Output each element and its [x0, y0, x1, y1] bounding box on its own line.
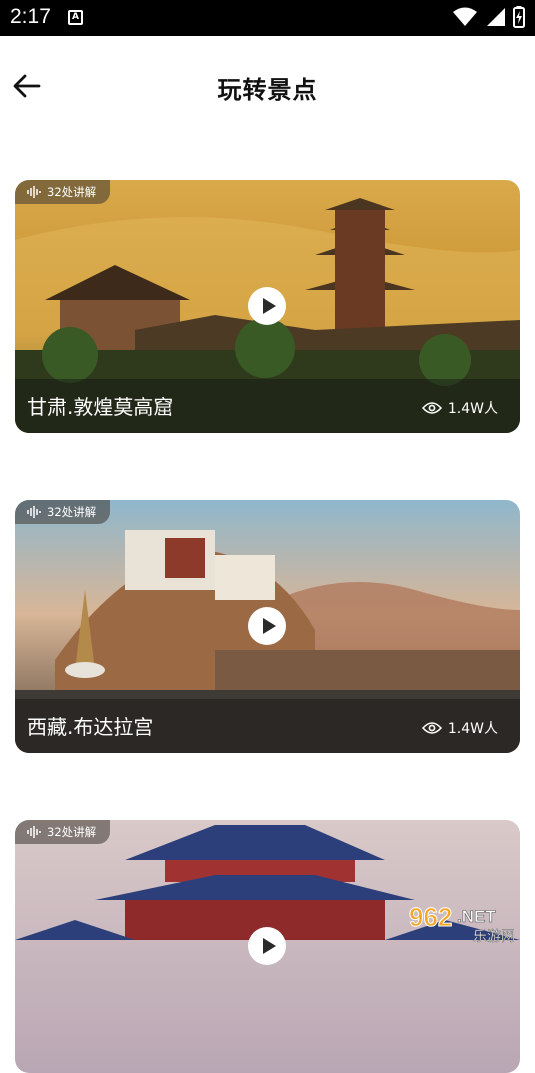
watermark-suffix: .NET	[457, 907, 496, 926]
view-count: 1.4W人	[422, 718, 498, 738]
attraction-name: 西藏.布达拉宫	[27, 711, 153, 740]
play-button[interactable]	[248, 287, 286, 325]
wifi-icon	[453, 7, 477, 27]
battery-icon	[513, 6, 525, 28]
audio-wave-icon	[27, 506, 41, 518]
page-title: 玩转景点	[0, 70, 535, 105]
card-caption: 甘肃.敦煌莫高窟 1.4W人	[15, 379, 520, 433]
card-caption: 西藏.布达拉宫 1.4W人	[15, 699, 520, 753]
attraction-name: 甘肃.敦煌莫高窟	[27, 391, 173, 420]
play-button[interactable]	[248, 607, 286, 645]
explanation-count-badge: 32处讲解	[15, 820, 110, 844]
status-icons	[453, 6, 525, 28]
view-count-label: 1.4W人	[448, 718, 498, 738]
eye-icon	[422, 401, 442, 415]
signal-icon	[485, 7, 505, 27]
explanation-count-badge: 32处讲解	[15, 180, 110, 204]
watermark-sub: 乐游网	[473, 929, 515, 944]
audio-wave-icon	[27, 186, 41, 198]
eye-icon	[422, 721, 442, 735]
view-count-label: 1.4W人	[448, 398, 498, 418]
badge-label: 32处讲解	[47, 824, 96, 840]
badge-label: 32处讲解	[47, 504, 96, 520]
attraction-card-potala[interactable]: 32处讲解 西藏.布达拉宫 1.4W人	[15, 500, 520, 753]
badge-label: 32处讲解	[47, 184, 96, 200]
site-watermark-logo: 962 .NET 乐游网	[407, 900, 529, 944]
app-header: 玩转景点	[0, 36, 535, 136]
watermark-main: 962	[409, 902, 452, 932]
status-time: 2:17	[10, 5, 51, 29]
audio-wave-icon	[27, 826, 41, 838]
view-count: 1.4W人	[422, 398, 498, 418]
status-bar: 2:17 A	[0, 0, 535, 36]
notification-icon: A	[68, 10, 83, 25]
play-button[interactable]	[248, 927, 286, 965]
attraction-card-dunhuang[interactable]: 32处讲解 甘肃.敦煌莫高窟 1.4W人	[15, 180, 520, 433]
explanation-count-badge: 32处讲解	[15, 500, 110, 524]
attraction-card-palace[interactable]: 32处讲解	[15, 820, 520, 1073]
